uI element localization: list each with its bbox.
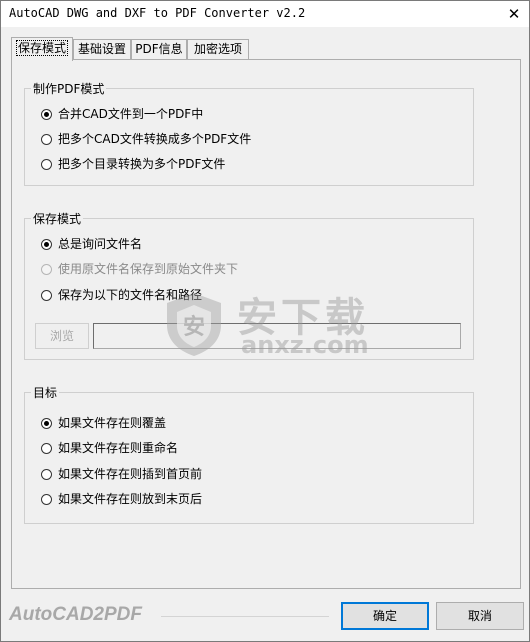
group-save-mode-title: 保存模式 xyxy=(31,210,84,227)
radio-label: 使用原文件名保存到原始文件夹下 xyxy=(58,262,239,276)
tab-save-mode[interactable]: 保存模式 xyxy=(11,37,73,61)
group-target: 目标 如果文件存在则覆盖 如果文件存在则重命名 如果文件存在则插到首页前 如果文… xyxy=(24,384,474,524)
window-title: AutoCAD DWG and DXF to PDF Converter v2.… xyxy=(9,6,306,20)
converter-window: AutoCAD DWG and DXF to PDF Converter v2.… xyxy=(0,0,530,642)
radio-indicator[interactable] xyxy=(41,418,52,429)
cancel-button[interactable]: 取消 xyxy=(436,602,524,630)
ok-button[interactable]: 确定 xyxy=(341,602,429,630)
footer-divider xyxy=(161,616,329,617)
tab-pdf-info[interactable]: PDF信息 xyxy=(131,39,187,59)
close-icon[interactable]: ✕ xyxy=(503,4,525,24)
app-logo-text: AutoCAD2PDF xyxy=(9,604,142,625)
radio-indicator[interactable] xyxy=(41,494,52,505)
radio-use-original-name: 使用原文件名保存到原始文件夹下 xyxy=(41,261,238,277)
shield-icon: 安 xyxy=(167,293,221,356)
radio-label: 如果文件存在则重命名 xyxy=(58,441,179,455)
watermark-en-text: anxz.com xyxy=(241,331,369,359)
radio-many-cad-to-many-pdf[interactable]: 把多个CAD文件转换成多个PDF文件 xyxy=(41,131,251,147)
tab-basic-settings[interactable]: 基础设置 xyxy=(73,39,131,59)
radio-rename[interactable]: 如果文件存在则重命名 xyxy=(41,440,178,456)
radio-merge-to-one-pdf[interactable]: 合并CAD文件到一个PDF中 xyxy=(41,106,203,122)
radio-label: 如果文件存在则插到首页前 xyxy=(58,467,203,481)
radio-label: 把多个CAD文件转换成多个PDF文件 xyxy=(58,132,252,146)
radio-indicator[interactable] xyxy=(41,109,52,120)
tab-pdf-info-label: PDF信息 xyxy=(135,42,183,56)
tab-save-mode-label: 保存模式 xyxy=(15,40,69,56)
radio-insert-before-first[interactable]: 如果文件存在则插到首页前 xyxy=(41,466,202,482)
radio-indicator[interactable] xyxy=(41,239,52,250)
radio-overwrite[interactable]: 如果文件存在则覆盖 xyxy=(41,415,166,431)
radio-indicator[interactable] xyxy=(41,290,52,301)
radio-label: 把多个目录转换为多个PDF文件 xyxy=(58,157,226,171)
radio-label: 合并CAD文件到一个PDF中 xyxy=(58,107,204,121)
tab-encryption[interactable]: 加密选项 xyxy=(187,39,249,59)
radio-indicator xyxy=(41,264,52,275)
radio-indicator[interactable] xyxy=(41,134,52,145)
radio-append-after-last[interactable]: 如果文件存在则放到末页后 xyxy=(41,491,202,507)
radio-label: 如果文件存在则放到末页后 xyxy=(58,492,203,506)
group-pdf-mode-title: 制作PDF模式 xyxy=(31,80,107,97)
radio-indicator[interactable] xyxy=(41,443,52,454)
group-pdf-mode: 制作PDF模式 合并CAD文件到一个PDF中 把多个CAD文件转换成多个PDF文… xyxy=(24,80,474,186)
browse-button: 浏览 xyxy=(35,323,89,349)
radio-label: 总是询问文件名 xyxy=(58,237,143,251)
title-bar[interactable]: AutoCAD DWG and DXF to PDF Converter v2.… xyxy=(1,1,529,27)
radio-indicator[interactable] xyxy=(41,469,52,480)
watermark: 安 安下载 anxz.com xyxy=(159,285,389,365)
radio-dirs-to-many-pdf[interactable]: 把多个目录转换为多个PDF文件 xyxy=(41,156,225,172)
tab-basic-settings-label: 基础设置 xyxy=(77,42,126,56)
radio-always-ask-filename[interactable]: 总是询问文件名 xyxy=(41,236,142,252)
tab-encryption-label: 加密选项 xyxy=(193,42,242,56)
group-target-title: 目标 xyxy=(31,384,60,401)
radio-label: 如果文件存在则覆盖 xyxy=(58,416,167,430)
radio-indicator[interactable] xyxy=(41,159,52,170)
svg-text:安: 安 xyxy=(183,314,205,340)
